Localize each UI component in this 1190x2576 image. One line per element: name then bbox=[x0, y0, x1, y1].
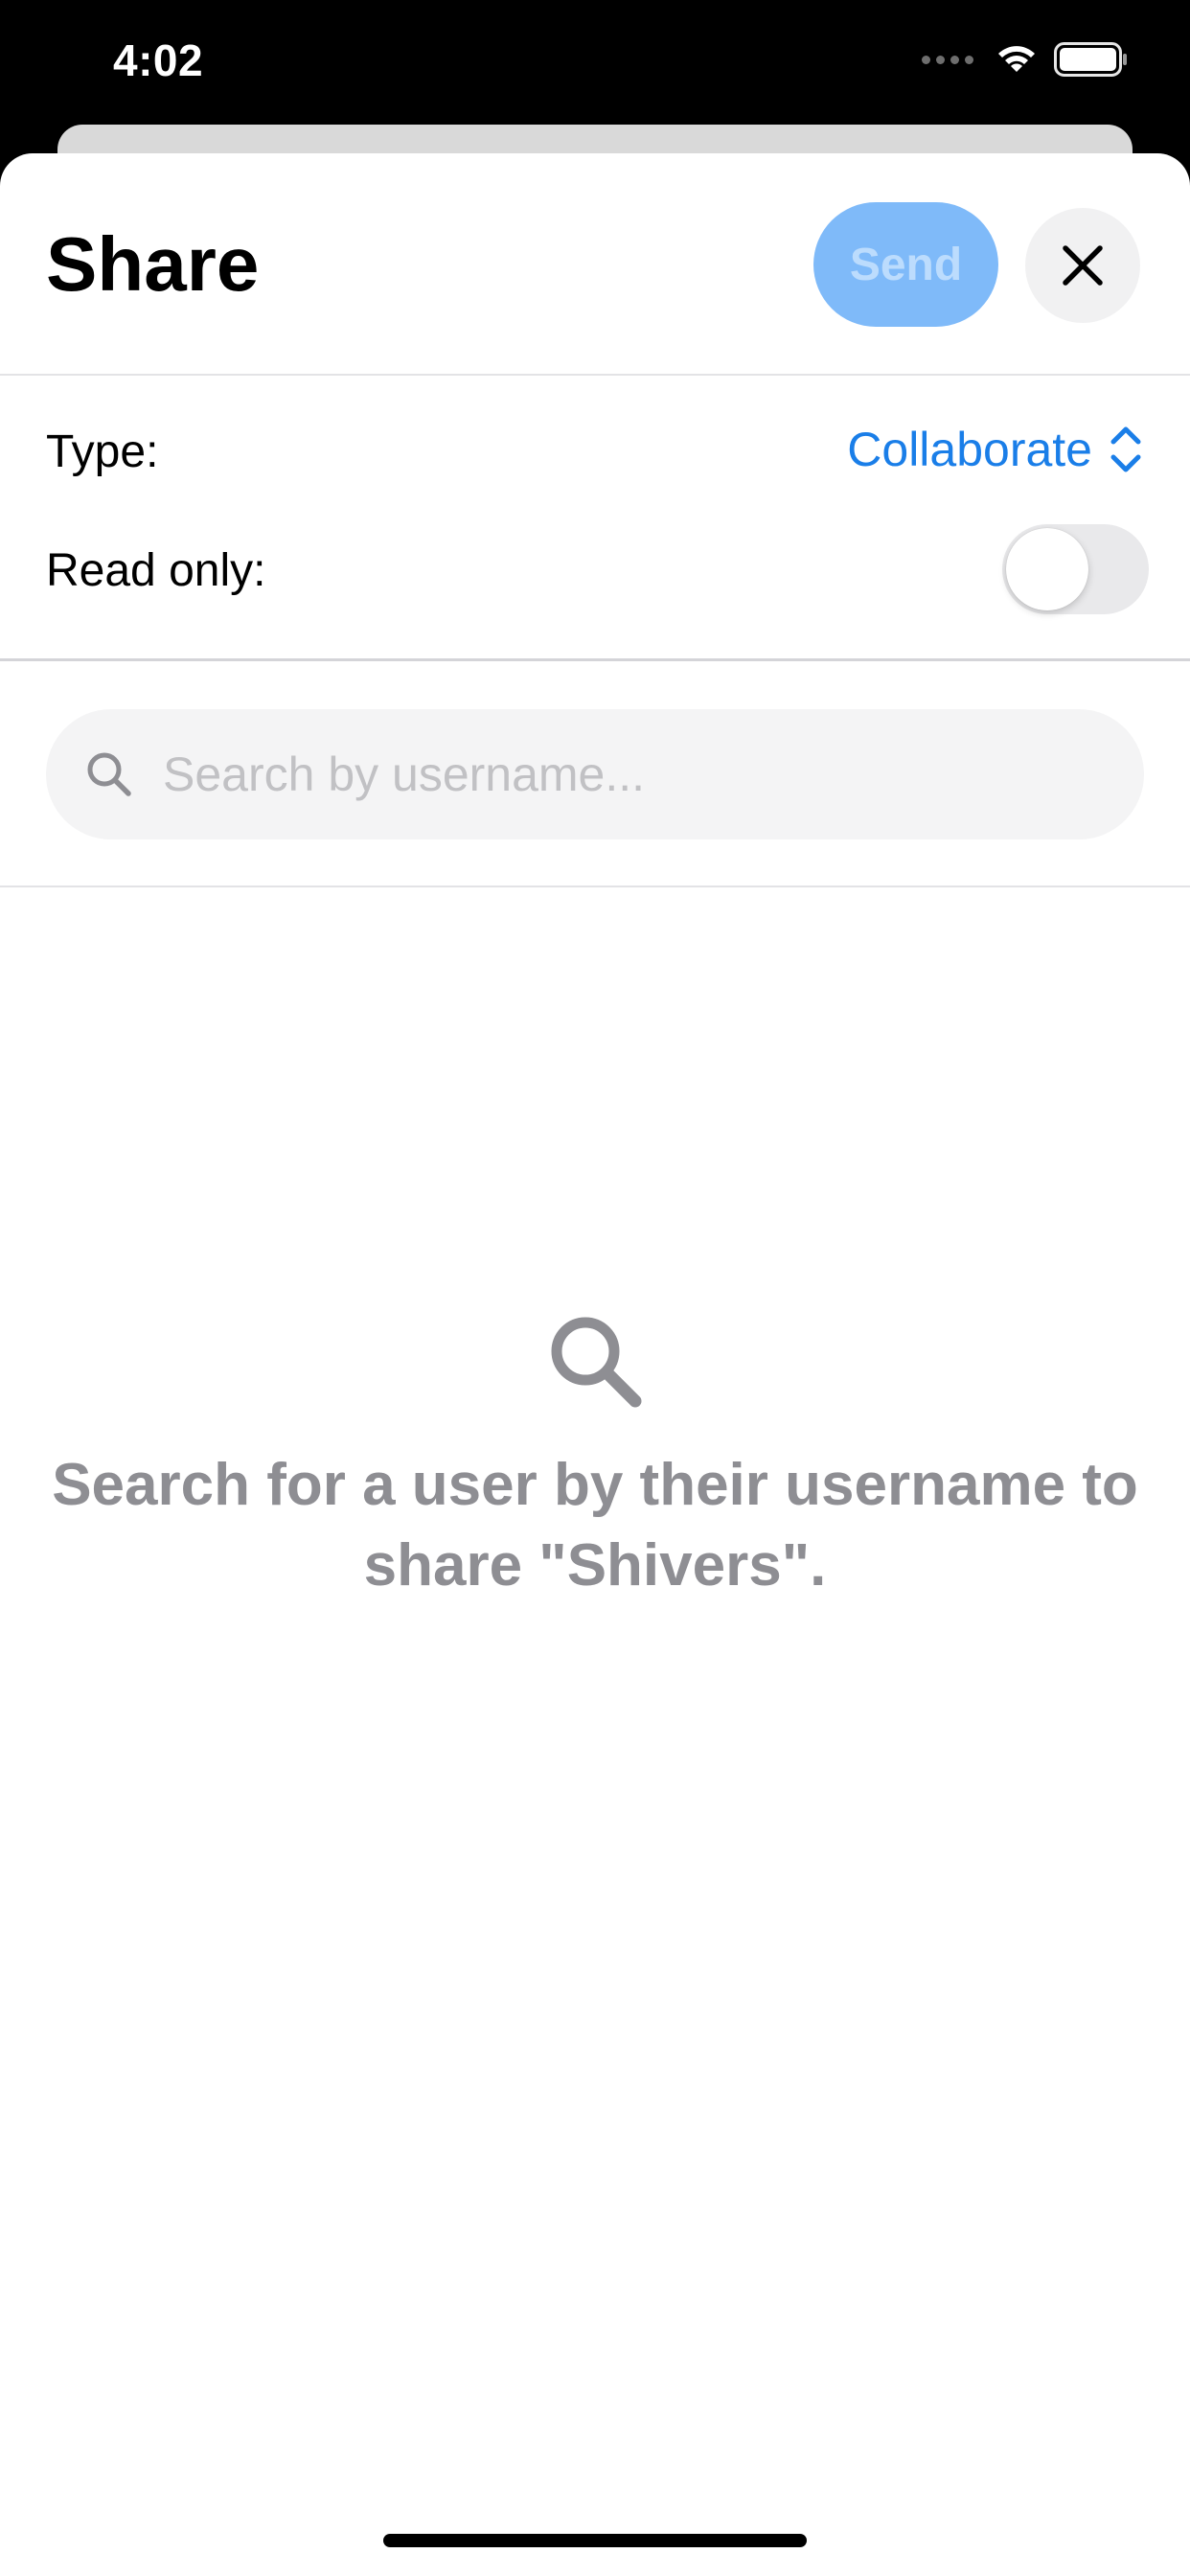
type-label: Type: bbox=[46, 426, 159, 477]
share-options: Type: Collaborate Read only: bbox=[0, 376, 1190, 661]
status-icons bbox=[922, 42, 1129, 77]
search-input[interactable] bbox=[163, 747, 1025, 802]
close-icon bbox=[1063, 245, 1103, 286]
toggle-knob bbox=[1006, 528, 1088, 610]
read-only-label: Read only: bbox=[46, 545, 266, 596]
search-icon bbox=[84, 749, 134, 799]
close-button[interactable] bbox=[1025, 208, 1140, 323]
search-area bbox=[0, 661, 1190, 887]
empty-state-message: Search for a user by their username to s… bbox=[52, 1452, 1138, 1598]
search-field[interactable] bbox=[46, 709, 1144, 840]
wifi-icon bbox=[998, 46, 1035, 72]
type-value: Collaborate bbox=[847, 423, 1092, 476]
home-indicator[interactable] bbox=[383, 2534, 807, 2547]
type-picker[interactable]: Collaborate bbox=[847, 422, 1142, 477]
sheet-header: Share Send bbox=[0, 153, 1190, 376]
empty-search-icon bbox=[0, 1309, 1190, 1413]
status-time: 4:02 bbox=[113, 35, 204, 85]
read-only-toggle[interactable] bbox=[1002, 524, 1149, 614]
chevron-up-down-icon bbox=[1110, 426, 1141, 472]
status-bar: 4:02 bbox=[0, 0, 1190, 125]
battery-icon bbox=[1054, 42, 1127, 77]
empty-state: Search for a user by their username to s… bbox=[0, 1309, 1190, 1606]
send-button[interactable]: Send bbox=[813, 202, 998, 327]
cellular-signal-icon bbox=[922, 55, 973, 64]
page-title: Share bbox=[46, 221, 260, 307]
